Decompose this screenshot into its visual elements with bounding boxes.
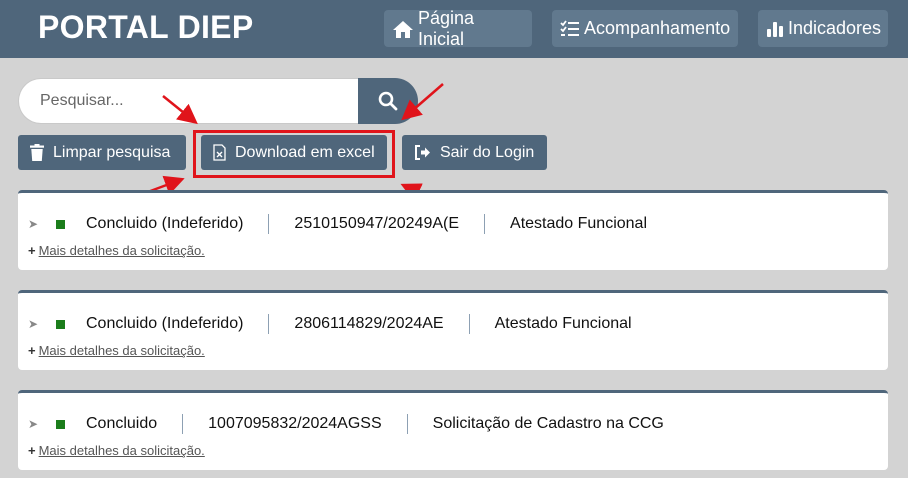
request-card: ➤ Concluido (Indeferido) 2806114829/2024… bbox=[18, 290, 888, 370]
more-details-link[interactable]: Mais detalhes da solicitação. bbox=[39, 443, 205, 458]
divider bbox=[406, 414, 408, 434]
request-protocol: 2510150947/20249A(E bbox=[294, 215, 460, 232]
bar-chart-icon bbox=[767, 21, 783, 37]
request-card: ➤ Concluido (Indeferido) 2510150947/2024… bbox=[18, 190, 888, 270]
divider bbox=[268, 214, 270, 234]
request-status: Concluido (Indeferido) bbox=[86, 215, 244, 232]
top-navbar: PORTAL DIEP Página Inicial Acompanhament… bbox=[0, 0, 908, 58]
annotation-highlight-box bbox=[193, 130, 395, 178]
plus-icon: + bbox=[28, 343, 36, 358]
status-indicator-icon bbox=[56, 219, 65, 229]
request-summary-row[interactable]: ➤ Concluido (Indeferido) 2806114829/2024… bbox=[28, 313, 632, 335]
request-status: Concluido (Indeferido) bbox=[86, 315, 244, 332]
status-indicator-icon bbox=[56, 319, 65, 329]
request-status: Concluido bbox=[86, 415, 158, 432]
chevron-right-icon: ➤ bbox=[28, 217, 39, 231]
brand-title: PORTAL DIEP bbox=[38, 9, 254, 45]
divider bbox=[468, 314, 470, 334]
status-indicator-icon bbox=[56, 419, 65, 429]
page: PORTAL DIEP Página Inicial Acompanhament… bbox=[0, 0, 908, 478]
more-details-link[interactable]: Mais detalhes da solicitação. bbox=[39, 243, 205, 258]
request-type: Atestado Funcional bbox=[494, 315, 632, 332]
nav-home-label: Página Inicial bbox=[418, 7, 475, 49]
clear-search-button[interactable]: Limpar pesquisa bbox=[18, 135, 186, 170]
divider bbox=[268, 314, 270, 334]
request-card: ➤ Concluido 1007095832/2024AGSS Solicita… bbox=[18, 390, 888, 470]
plus-icon: + bbox=[28, 243, 36, 258]
request-protocol: 1007095832/2024AGSS bbox=[208, 415, 382, 432]
chevron-right-icon: ➤ bbox=[28, 417, 39, 431]
sign-out-icon bbox=[415, 145, 430, 160]
divider bbox=[182, 414, 184, 434]
logout-button[interactable]: Sair do Login bbox=[402, 135, 547, 170]
trash-icon bbox=[30, 144, 44, 161]
request-type: Atestado Funcional bbox=[510, 215, 647, 232]
request-type: Solicitação de Cadastro na CCG bbox=[432, 415, 664, 432]
plus-icon: + bbox=[28, 443, 36, 458]
nav-indicators-button[interactable]: Indicadores bbox=[758, 10, 888, 47]
search-input[interactable] bbox=[18, 78, 358, 124]
logout-label: Sair do Login bbox=[440, 143, 535, 161]
request-details: + Mais detalhes da solicitação. bbox=[28, 243, 205, 258]
more-details-link[interactable]: Mais detalhes da solicitação. bbox=[39, 343, 205, 358]
nav-indicators-label: Indicadores bbox=[788, 18, 882, 38]
search-button[interactable] bbox=[358, 78, 418, 124]
checklist-icon bbox=[560, 19, 579, 36]
chevron-right-icon: ➤ bbox=[28, 317, 39, 331]
nav-home-button[interactable]: Página Inicial bbox=[384, 7, 532, 49]
request-summary-row[interactable]: ➤ Concluido 1007095832/2024AGSS Solicita… bbox=[28, 413, 664, 435]
request-details: + Mais detalhes da solicitação. bbox=[28, 343, 205, 358]
divider bbox=[484, 214, 486, 234]
request-details: + Mais detalhes da solicitação. bbox=[28, 443, 205, 458]
search-icon bbox=[378, 91, 398, 111]
request-protocol: 2806114829/2024AE bbox=[294, 315, 444, 332]
nav-tracking-label: Acompanhamento bbox=[584, 18, 731, 38]
request-summary-row[interactable]: ➤ Concluido (Indeferido) 2510150947/2024… bbox=[28, 213, 647, 235]
home-icon bbox=[393, 20, 413, 38]
nav-tracking-button[interactable]: Acompanhamento bbox=[552, 10, 738, 47]
clear-search-label: Limpar pesquisa bbox=[53, 143, 171, 161]
